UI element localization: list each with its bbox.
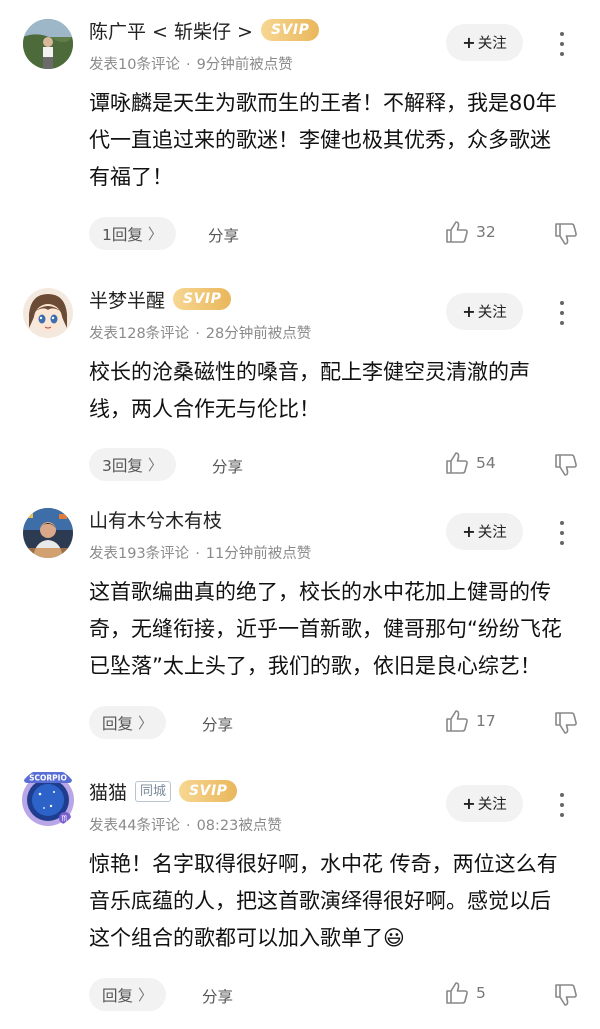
follow-button[interactable]: + 关注 [446,293,523,330]
comment-actions: 回复〉 分享 5 [89,978,589,1011]
chevron-right-icon: 〉 [138,714,154,732]
same-city-badge: 同城 [135,780,172,802]
chevron-right-icon: 〉 [138,986,154,1004]
more-options-icon[interactable] [555,518,569,548]
comment-item: 半梦半醒 SVIP 发表128条评论 · 28分钟前被点赞 + 关注 校长的沧桑磁性… [0,284,600,484]
username[interactable]: 半梦半醒 [89,286,165,313]
thumbs-up-icon [446,710,468,732]
more-options-icon[interactable] [555,298,569,328]
liked-time: 28分钟前被点赞 [205,326,312,342]
comment-meta: 发表44条评论 · 08:23被点赞 [89,818,282,834]
follow-label: 关注 [477,36,507,52]
user-name-row: 猫猫 同城 SVIP [89,776,238,806]
comment-text: 校长的沧桑磁性的嗓音，配上李健空灵清澈的声 线，两人合作无与伦比！ [89,360,530,421]
thumbs-up-icon [446,221,468,243]
svip-badge: SVIP [179,780,238,802]
comment-actions: 1回复〉 分享 32 [89,217,589,250]
svg-text:SCORPIO: SCORPIO [29,774,67,783]
like-button[interactable]: 5 [444,980,486,1006]
avatar-photo-icon [23,19,73,69]
comment-count: 发表128条评论 [89,326,190,342]
plus-icon: + [462,522,476,541]
liked-time: 11分钟前被点赞 [205,546,312,562]
thumbs-down-icon [555,454,577,476]
thumbs-down-icon [555,712,577,734]
more-options-icon[interactable] [555,29,569,59]
dislike-button[interactable] [553,452,579,478]
comment-count: 发表193条评论 [89,546,190,562]
comment-count: 发表10条评论 [89,57,180,73]
like-count: 5 [476,984,486,1002]
svip-badge: SVIP [260,19,320,41]
svg-text:♏: ♏ [61,814,69,823]
comment-meta: 发表10条评论 · 9分钟前被点赞 [89,57,293,73]
follow-label: 关注 [477,525,507,541]
username[interactable]: 陈广平 < 斩柴仔 > [89,17,253,44]
reply-button[interactable]: 回复〉 [89,978,167,1011]
like-button[interactable]: 32 [444,219,496,245]
comment-item: SCORPIO ♏ 猫猫 同城 SVIP 发表44条评论 · 08:23被点赞 + … [0,772,600,1026]
svip-badge: SVIP [173,288,232,310]
like-button[interactable]: 17 [444,708,496,734]
share-button[interactable]: 分享 [212,455,243,477]
username[interactable]: 山有木兮木有枝 [89,506,222,533]
thumbs-up-icon [446,982,468,1004]
avatar[interactable] [23,19,73,69]
avatar[interactable] [23,288,73,338]
reply-button[interactable]: 回复〉 [89,706,167,739]
share-button[interactable]: 分享 [202,713,233,735]
dislike-button[interactable] [553,982,579,1008]
thumbs-down-icon [555,984,577,1006]
plus-icon: + [462,794,476,813]
like-count: 32 [476,223,496,241]
reply-button[interactable]: 3回复〉 [89,448,176,481]
plus-icon: + [462,33,476,52]
avatar[interactable]: SCORPIO ♏ [18,768,78,828]
comment-meta: 发表193条评论 · 11分钟前被点赞 [89,546,312,562]
follow-label: 关注 [477,797,507,813]
comment-count: 发表44条评论 [89,818,180,834]
thumbs-up-icon [446,452,468,474]
comment-text: 这首歌编曲真的绝了，校长的水中花加上健哥的传 奇，无缝衔接，近乎一首新歌，健哥那… [89,580,562,678]
avatar[interactable] [23,508,73,558]
follow-label: 关注 [477,305,507,321]
plus-icon: + [462,302,476,321]
thumbs-down-icon [555,223,577,245]
comment-text: 谭咏麟是天生为歌而生的王者！不解释，我是80年 代一直追过来的歌迷！李健也极其优… [89,91,557,189]
dislike-button[interactable] [553,710,579,736]
comment-meta: 发表128条评论 · 28分钟前被点赞 [89,326,312,342]
follow-button[interactable]: + 关注 [446,785,523,822]
comment-item: 山有木兮木有枝 发表193条评论 · 11分钟前被点赞 + 关注 这首歌编曲真的绝了… [0,504,600,754]
liked-time: 08:23被点赞 [196,818,282,834]
reply-button[interactable]: 1回复〉 [89,217,176,250]
avatar-photo-icon [23,508,73,558]
user-name-row: 陈广平 < 斩柴仔 > SVIP [89,15,320,45]
username[interactable]: 猫猫 [89,778,127,805]
share-button[interactable]: 分享 [208,224,239,246]
avatar-anime-icon [23,288,73,338]
follow-button[interactable]: + 关注 [446,24,523,61]
share-button[interactable]: 分享 [202,985,233,1007]
liked-time: 9分钟前被点赞 [196,57,293,73]
dislike-button[interactable] [553,221,579,247]
follow-button[interactable]: + 关注 [446,513,523,550]
comment-actions: 3回复〉 分享 54 [89,448,589,481]
avatar-scorpio-icon: SCORPIO ♏ [22,772,74,826]
user-name-row: 半梦半醒 SVIP [89,284,232,314]
chevron-right-icon: 〉 [147,456,163,474]
like-count: 54 [476,454,496,472]
chevron-right-icon: 〉 [147,225,163,243]
comment-text: 惊艳！名字取得很好啊，水中花 传奇，两位这么有 音乐底蕴的人，把这首歌演绎得很好… [89,852,558,950]
like-button[interactable]: 54 [444,450,496,476]
more-options-icon[interactable] [555,790,569,820]
like-count: 17 [476,712,496,730]
comment-actions: 回复〉 分享 17 [89,706,589,739]
comment-item: 陈广平 < 斩柴仔 > SVIP 发表10条评论 · 9分钟前被点赞 + 关注 谭咏… [0,15,600,265]
user-name-row: 山有木兮木有枝 [89,504,222,534]
